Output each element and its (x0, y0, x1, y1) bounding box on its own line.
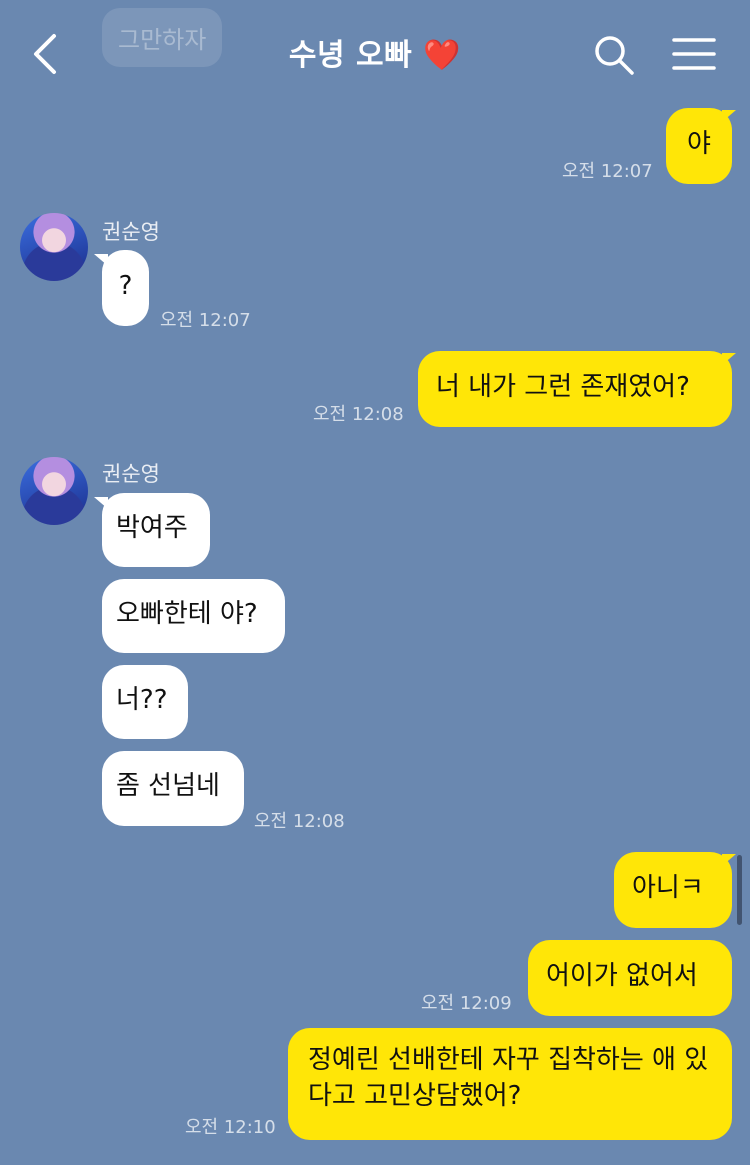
menu-icon (672, 38, 716, 70)
bubble-tail (94, 254, 108, 266)
scrollbar[interactable] (737, 855, 742, 925)
chat-area: 그만하자 야 오전 12:07 권순영 ? 오전 12:07 너 내가 그런 존… (0, 0, 750, 1165)
message-bubble[interactable]: 박여주 (102, 493, 210, 567)
sender-name: 권순영 (102, 462, 160, 486)
message-bubble[interactable]: 아니ㅋ (614, 852, 732, 928)
bubble-tail (94, 497, 108, 509)
message-time: 오전 12:08 (313, 404, 404, 425)
message-time: 오전 12:10 (185, 1117, 276, 1138)
message-bubble[interactable]: 어이가 없어서 (528, 940, 732, 1016)
bubble-tail (722, 353, 736, 365)
avatar[interactable] (20, 213, 88, 281)
menu-button[interactable] (672, 36, 716, 72)
message-bubble[interactable]: 좀 선넘네 (102, 751, 244, 826)
search-button[interactable] (592, 33, 636, 77)
page-title: 수녕 오빠 ❤️ (0, 30, 750, 74)
message-bubble[interactable]: 너?? (102, 665, 188, 739)
bubble-tail (722, 854, 736, 866)
message-bubble[interactable]: 정예린 선배한테 자꾸 집착하는 애 있다고 고민상담했어? (288, 1028, 732, 1140)
sender-name: 권순영 (102, 220, 160, 244)
message-time: 오전 12:07 (562, 161, 653, 182)
message-time: 오전 12:09 (421, 993, 512, 1014)
message-bubble[interactable]: 오빠한테 야? (102, 579, 285, 653)
bubble-tail (722, 110, 736, 122)
message-time: 오전 12:08 (254, 811, 345, 832)
message-bubble[interactable]: 너 내가 그런 존재였어? (418, 351, 732, 427)
chat-title: 수녕 오빠 (288, 38, 413, 73)
chat-header: 그만하자 수녕 오빠 ❤️ (0, 0, 750, 100)
message-time: 오전 12:07 (160, 310, 251, 331)
heart-emoji: ❤️ (423, 38, 462, 73)
message-bubble[interactable]: ? (102, 250, 149, 326)
avatar[interactable] (20, 457, 88, 525)
search-icon (595, 36, 634, 75)
